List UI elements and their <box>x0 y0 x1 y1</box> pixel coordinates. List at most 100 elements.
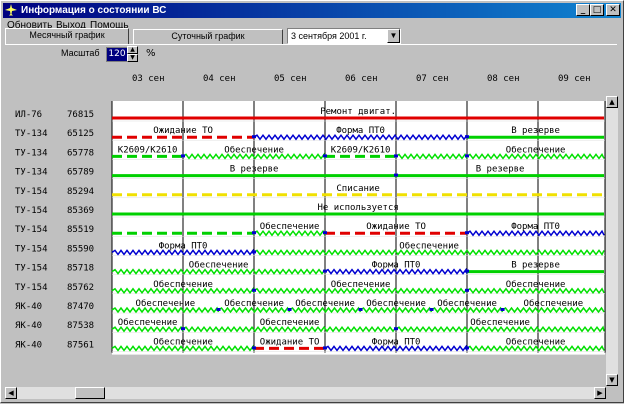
status-label: Обеспечение <box>506 144 566 155</box>
boundary-marker <box>465 346 469 350</box>
status-label: Обеспечение <box>224 144 284 155</box>
day-header: 09 сен <box>558 74 591 84</box>
status-label: Обеспечение <box>153 336 213 347</box>
status-label: Обеспечение <box>506 336 566 347</box>
aircraft-reg: 87538 <box>67 321 94 331</box>
aircraft-reg: 65778 <box>67 148 94 158</box>
boundary-marker <box>181 327 185 331</box>
aircraft-type: ТУ-154 <box>15 225 48 235</box>
boundary-marker <box>181 154 185 158</box>
aircraft-type: ЯК-40 <box>15 340 42 350</box>
day-header: 03 сен <box>132 74 165 84</box>
schedule-chart: 03 сен 04 сен 05 сен 06 сен 07 сен 08 сен 09 с… <box>15 74 606 355</box>
status-label: Обеспечение <box>437 298 497 309</box>
status-label: Обеспечение <box>153 279 213 290</box>
day-header: 07 сен <box>416 74 449 84</box>
status-label: Обеспечение <box>524 298 584 309</box>
aircraft-type: ТУ-134 <box>15 129 48 139</box>
boundary-marker <box>394 327 398 331</box>
boundary-marker <box>323 154 327 158</box>
status-label: Обеспечение <box>260 317 320 328</box>
aircraft-reg: 85519 <box>67 225 94 235</box>
aircraft-type: ТУ-134 <box>15 168 48 178</box>
boundary-marker <box>358 308 363 311</box>
day-header: 06 сен <box>345 74 378 84</box>
status-label: Форма ПТ0 <box>336 126 385 136</box>
day-header: 08 сен <box>487 74 520 84</box>
aircraft-reg: 76815 <box>67 110 94 120</box>
status-label: Обеспечение <box>136 298 196 309</box>
boundary-marker <box>252 288 256 292</box>
status-label: В резерве <box>230 165 279 175</box>
status-label: К2609/К2610 <box>118 145 178 155</box>
aircraft-type: ТУ-154 <box>15 244 48 254</box>
status-label: В резерве <box>476 165 525 175</box>
status-label: Не используется <box>318 203 399 213</box>
status-label: Ожидание ТО <box>260 337 320 347</box>
status-label: Ожидание ТО <box>153 126 213 136</box>
vertical-scrollbar[interactable]: ▲ ▼ <box>606 96 618 386</box>
aircraft-reg: 87561 <box>67 340 94 350</box>
status-label: В резерве <box>511 126 560 136</box>
scroll-right-icon[interactable]: ▶ <box>594 387 606 399</box>
aircraft-reg: 85762 <box>67 283 94 293</box>
horizontal-scrollbar[interactable]: ◀ ▶ <box>5 387 606 399</box>
status-label: Обеспечение <box>260 221 320 232</box>
tab-monthly-chart[interactable]: Месячный график <box>5 28 129 44</box>
status-label: Обеспечение <box>366 298 426 309</box>
aircraft-reg: 87470 <box>67 302 94 312</box>
boundary-marker <box>465 288 469 292</box>
status-label: Обеспечение <box>224 298 284 309</box>
boundary-marker <box>394 173 398 177</box>
boundary-marker <box>465 231 469 235</box>
aircraft-type: ТУ-134 <box>15 148 48 158</box>
status-label: Форма ПТ0 <box>372 261 421 271</box>
boundary-marker <box>465 269 469 273</box>
aircraft-reg: 85294 <box>67 187 94 197</box>
scroll-thumb[interactable] <box>75 387 105 399</box>
aircraft-type: ТУ-154 <box>15 187 48 197</box>
scroll-up-icon[interactable]: ▲ <box>606 96 618 108</box>
status-label: Обеспечение <box>331 279 391 290</box>
aircraft-reg: 85590 <box>67 244 94 254</box>
boundary-marker <box>394 154 398 158</box>
boundary-marker <box>252 250 256 254</box>
boundary-marker <box>252 231 256 235</box>
status-label: Форма ПТ0 <box>372 337 421 347</box>
status-label: Ожидание ТО <box>366 222 426 232</box>
status-label: В резерве <box>511 261 560 271</box>
boundary-marker <box>216 308 221 311</box>
status-label: Форма ПТ0 <box>159 241 208 251</box>
aircraft-type: ТУ-154 <box>15 264 48 274</box>
status-label: Обеспечение <box>189 260 249 271</box>
status-label: Обеспечение <box>295 298 355 309</box>
aircraft-type: ЯК-40 <box>15 321 42 331</box>
aircraft-type: ТУ-154 <box>15 283 48 293</box>
aircraft-reg: 65125 <box>67 129 94 139</box>
status-label: Обеспечение <box>470 317 530 328</box>
status-label: Списание <box>336 184 379 194</box>
aircraft-type: ЯК-40 <box>15 302 42 312</box>
boundary-marker <box>323 346 327 350</box>
status-label: Форма ПТ0 <box>511 222 560 232</box>
scroll-left-icon[interactable]: ◀ <box>5 387 17 399</box>
aircraft-reg: 85718 <box>67 264 94 274</box>
status-label: К2609/К2610 <box>331 145 391 155</box>
boundary-marker <box>323 269 327 273</box>
aircraft-reg: 65789 <box>67 168 94 178</box>
boundary-marker <box>500 308 505 311</box>
status-label: Обеспечение <box>506 279 566 290</box>
boundary-marker <box>465 135 469 139</box>
boundary-marker <box>252 135 256 139</box>
main-window: Информация о состоянии ВС _ □ ✕ Обновить… <box>0 0 624 403</box>
day-header: 04 сен <box>203 74 236 84</box>
status-label: Обеспечение <box>118 317 178 328</box>
aircraft-type: ИЛ-76 <box>15 110 42 120</box>
status-label: Ремонт двигат. <box>320 107 396 117</box>
boundary-marker <box>323 231 327 235</box>
boundary-marker <box>252 346 256 350</box>
boundary-marker <box>287 308 292 311</box>
boundary-marker <box>429 308 434 311</box>
scroll-down-icon[interactable]: ▼ <box>606 374 618 386</box>
status-label: Обеспечение <box>399 240 459 251</box>
